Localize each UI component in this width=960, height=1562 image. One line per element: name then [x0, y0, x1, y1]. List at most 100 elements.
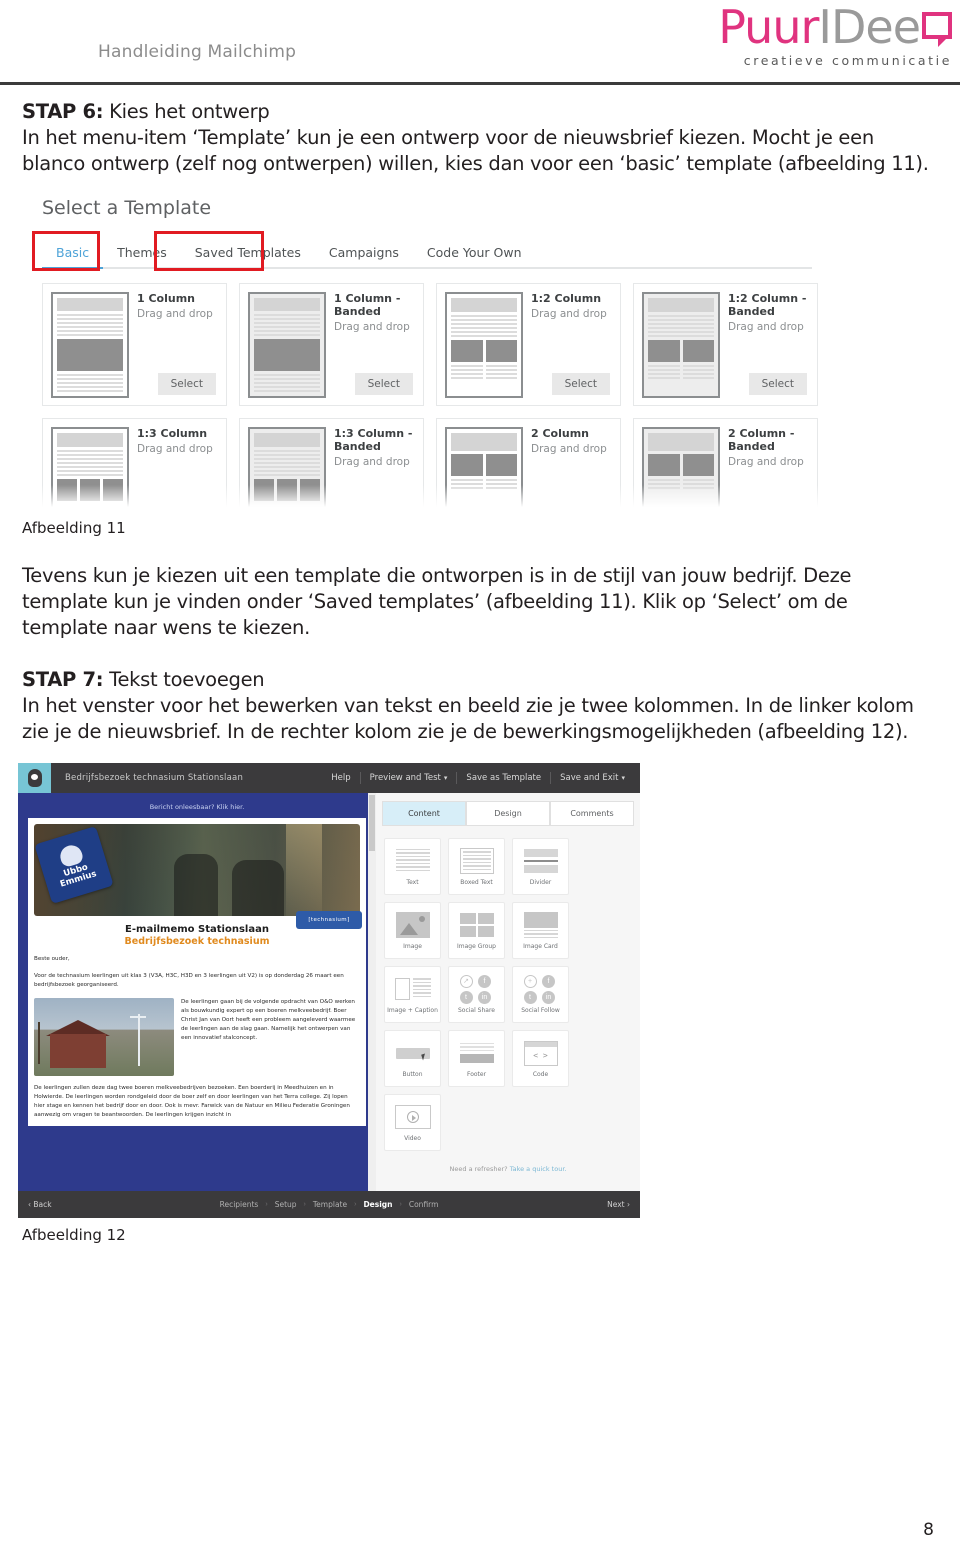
- block-image-card[interactable]: Image Card: [512, 902, 569, 959]
- step6-label: STAP 6:: [22, 100, 104, 123]
- panel-tabs: Content Design Comments: [376, 793, 640, 826]
- select-button[interactable]: Select: [157, 373, 216, 395]
- block-image-caption[interactable]: Image + Caption: [384, 966, 441, 1023]
- template-subtitle: Drag and drop: [531, 443, 607, 455]
- block-label: Image: [403, 943, 422, 950]
- logo-tagline: creatieve communicatie: [743, 53, 952, 68]
- step-template[interactable]: Template: [306, 1200, 354, 1209]
- template-subtitle: Drag and drop: [137, 308, 213, 320]
- block-label: Divider: [529, 879, 552, 886]
- template-name: 2 Column: [531, 427, 590, 440]
- save-as-template-button[interactable]: Save as Template: [456, 772, 550, 784]
- image-block-icon: [394, 909, 432, 941]
- editor-panel: Content Design Comments Text Boxed Text …: [376, 793, 640, 1191]
- block-label: Image + Caption: [387, 1007, 438, 1014]
- step6-title: Kies het ontwerp: [103, 100, 270, 123]
- step-recipients[interactable]: Recipients: [213, 1200, 266, 1209]
- template-card[interactable]: 1:2 Column Drag and drop Select: [436, 283, 621, 406]
- tab-content[interactable]: Content: [382, 801, 466, 826]
- image-caption-block-icon: [394, 973, 432, 1005]
- logo-text-primary: Puur: [718, 0, 819, 54]
- block-divider[interactable]: Divider: [512, 838, 569, 895]
- template-card[interactable]: 1:2 Column - Banded Drag and drop Select: [633, 283, 818, 406]
- preview-scrollbar[interactable]: [368, 793, 376, 1191]
- block-video[interactable]: Video: [384, 1094, 441, 1151]
- block-social-follow[interactable]: + f t in Social Follow: [512, 966, 569, 1023]
- template-card[interactable]: 1 Column Drag and drop Select: [42, 283, 227, 406]
- block-button[interactable]: Button: [384, 1030, 441, 1087]
- newsletter-sheet: Ubbo Emmius E-mailmemo Stationslaan Bedri…: [28, 818, 366, 1126]
- template-card[interactable]: 1 Column - Banded Drag and drop Select: [239, 283, 424, 406]
- tab-comments[interactable]: Comments: [550, 801, 634, 826]
- step-setup[interactable]: Setup: [268, 1200, 304, 1209]
- button-block-icon: [394, 1037, 432, 1069]
- tab-saved-templates[interactable]: Saved Templates: [181, 239, 315, 267]
- farm-photo[interactable]: [34, 998, 174, 1076]
- editor-topbar: Bedrijfsbezoek technasium Stationslaan H…: [18, 763, 640, 793]
- select-button[interactable]: Select: [551, 373, 610, 395]
- block-code[interactable]: < > Code: [512, 1030, 569, 1087]
- block-label: Image Group: [457, 943, 496, 950]
- select-template-heading: Select a Template: [42, 197, 212, 219]
- template-subtitle: Drag and drop: [334, 456, 410, 468]
- technasium-badge: [technasium]: [296, 911, 362, 929]
- tab-themes[interactable]: Themes: [103, 239, 181, 267]
- template-tabs: Basic Themes Saved Templates Campaigns C…: [32, 231, 812, 271]
- block-boxed-text[interactable]: Boxed Text: [448, 838, 505, 895]
- template-name: 2 Column - Banded: [728, 427, 795, 453]
- unreadable-notice[interactable]: Bericht onleesbaar? Klik hier.: [18, 793, 376, 818]
- image-card-block-icon: [522, 909, 560, 941]
- save-and-exit-button[interactable]: Save and Exit ▾: [550, 772, 634, 784]
- step6-heading: STAP 6: Kies het ontwerp: [22, 99, 938, 125]
- template-name: 1 Column: [137, 292, 196, 305]
- step7-label: STAP 7:: [22, 668, 104, 691]
- select-button[interactable]: Select: [354, 373, 413, 395]
- newsletter-preview-pane[interactable]: Bericht onleesbaar? Klik hier. Ubbo Emmiu…: [18, 793, 376, 1191]
- refresher-text: Need a refresher?: [449, 1165, 510, 1173]
- hero-image[interactable]: Ubbo Emmius: [34, 824, 360, 916]
- boxed-text-block-icon: [458, 845, 496, 877]
- between-paragraph: Tevens kun je kiezen uit een template di…: [22, 564, 852, 639]
- step7-heading: STAP 7: Tekst toevoegen: [22, 667, 938, 693]
- preview-and-test-button[interactable]: Preview and Test ▾: [359, 772, 457, 784]
- block-label: Video: [404, 1135, 421, 1142]
- step7-body: In het venster voor het bewerken van tek…: [22, 694, 914, 743]
- figure11-caption: Afbeelding 11: [22, 519, 126, 537]
- image-group-block-icon: [458, 909, 496, 941]
- step6-body: In het menu-item ‘Template’ kun je een o…: [22, 126, 929, 175]
- newsletter-column-text: De leerlingen gaan bij de volgende opdra…: [181, 999, 356, 1041]
- video-block-icon: [394, 1101, 432, 1133]
- figure12-caption: Afbeelding 12: [22, 1226, 126, 1244]
- template-thumbnail: [51, 292, 129, 398]
- figure-mailchimp-editor: Bedrijfsbezoek technasium Stationslaan H…: [18, 763, 640, 1218]
- content-blocks-grid: Text Boxed Text Divider Image Image Grou: [376, 826, 632, 1151]
- footer-block-icon: [458, 1037, 496, 1069]
- block-image[interactable]: Image: [384, 902, 441, 959]
- tab-design[interactable]: Design: [466, 801, 550, 826]
- select-button[interactable]: Select: [748, 373, 807, 395]
- step-confirm[interactable]: Confirm: [402, 1200, 446, 1209]
- step7-title: Tekst toevoegen: [103, 668, 265, 691]
- figure-select-a-template: Select a Template Basic Themes Saved Tem…: [30, 191, 830, 511]
- quick-tour-link[interactable]: Take a quick tour.: [510, 1165, 567, 1173]
- block-text[interactable]: Text: [384, 838, 441, 895]
- block-social-share[interactable]: ↗ f t in Social Share: [448, 966, 505, 1023]
- block-label: Boxed Text: [460, 879, 493, 886]
- help-button[interactable]: Help: [322, 772, 359, 784]
- newsletter-body-text: De leerlingen zullen deze dag twee boere…: [34, 1085, 350, 1118]
- step-design[interactable]: Design: [356, 1200, 399, 1209]
- document-title: Handleiding Mailchimp: [98, 42, 297, 62]
- block-footer[interactable]: Footer: [448, 1030, 505, 1087]
- template-thumbnail: [445, 292, 523, 398]
- block-label: Footer: [466, 1071, 487, 1078]
- template-subtitle: Drag and drop: [728, 456, 804, 468]
- tab-campaigns[interactable]: Campaigns: [315, 239, 413, 267]
- block-image-group[interactable]: Image Group: [448, 902, 505, 959]
- block-label: Image Card: [523, 943, 558, 950]
- template-grid: 1 Column Drag and drop Select 1 Column -…: [30, 269, 830, 511]
- block-label: Social Follow: [521, 1007, 560, 1014]
- campaign-name: Bedrijfsbezoek technasium Stationslaan: [65, 773, 244, 783]
- tab-basic[interactable]: Basic: [42, 239, 104, 269]
- tab-code-your-own[interactable]: Code Your Own: [413, 239, 536, 267]
- mailchimp-logo-icon[interactable]: [18, 763, 51, 793]
